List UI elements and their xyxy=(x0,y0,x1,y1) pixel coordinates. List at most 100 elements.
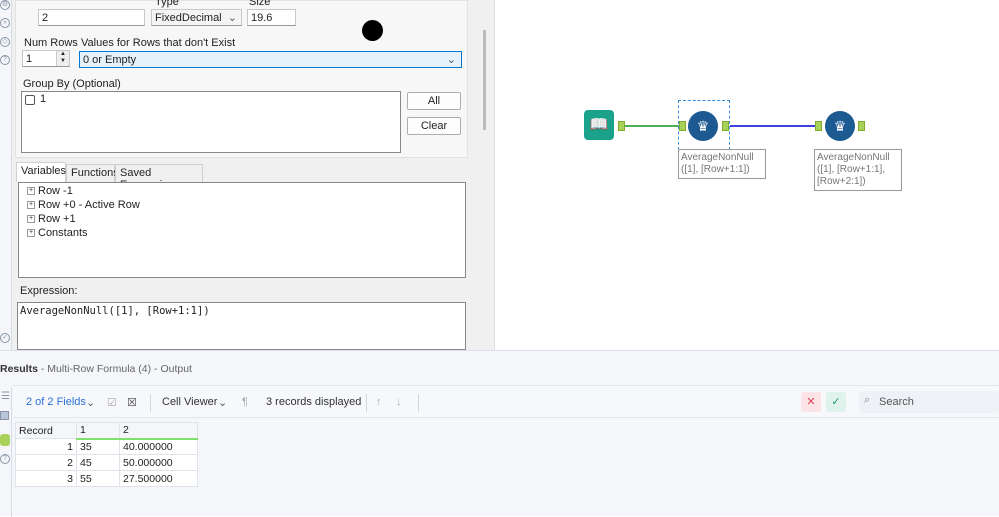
expand-icon[interactable]: + xyxy=(27,201,35,209)
config-sidebar: ⚙ » ◇ ? ✓ xyxy=(0,0,12,350)
output-anchor[interactable] xyxy=(618,121,625,131)
close-icon[interactable]: ✕ xyxy=(801,392,821,412)
gear-icon[interactable]: ⚙ xyxy=(0,0,10,10)
checkmark-icon[interactable]: ✓ xyxy=(826,392,846,412)
uncheck-all-icon[interactable]: ☒ xyxy=(127,396,137,409)
cell[interactable]: 3 xyxy=(16,471,77,487)
results-heading: Results xyxy=(0,363,38,375)
tab-functions[interactable]: Functions xyxy=(66,164,115,182)
cursor-dot xyxy=(362,20,383,41)
clear-button[interactable]: Clear xyxy=(407,117,461,135)
variables-tree: +Row -1 +Row +0 - Active Row +Row +1 +Co… xyxy=(18,182,466,278)
tree-item[interactable]: +Row -1 xyxy=(27,185,73,197)
output-anchor[interactable] xyxy=(722,121,729,131)
group-by-checkbox[interactable] xyxy=(25,95,35,105)
cell[interactable]: 55 xyxy=(77,471,120,487)
num-rows-value: 1 xyxy=(26,53,32,65)
search-placeholder: Search xyxy=(879,396,914,408)
num-rows-stepper[interactable]: 1 ▲▼ xyxy=(22,50,70,67)
chevron-down-icon: ⌄ xyxy=(228,11,237,25)
table-icon[interactable] xyxy=(0,411,9,420)
cell[interactable]: 35 xyxy=(77,439,120,455)
connection-line[interactable] xyxy=(730,125,816,127)
values-select[interactable]: 0 or Empty ⌄ xyxy=(79,51,462,68)
help-icon[interactable]: ? xyxy=(0,55,10,65)
tree-item-label: Row +0 - Active Row xyxy=(38,199,140,211)
connection-line[interactable] xyxy=(625,125,680,127)
records-count: 3 records displayed xyxy=(266,396,361,408)
tree-item[interactable]: +Row +1 xyxy=(27,213,76,225)
cell-viewer-dropdown[interactable]: Cell Viewer xyxy=(162,396,217,408)
cell[interactable]: 50.000000 xyxy=(120,455,198,471)
tree-item-label: Row +1 xyxy=(38,213,76,225)
anchor-icon[interactable] xyxy=(0,434,10,446)
expand-icon[interactable]: + xyxy=(27,229,35,237)
expression-label: Expression: xyxy=(20,285,77,297)
config-panel: ⚙ » ◇ ? ✓ 2 Type FixedDecimal ⌄ Size 19.6… xyxy=(0,0,495,350)
spinner-arrows-icon[interactable]: ▲▼ xyxy=(56,51,69,66)
cell[interactable]: 40.000000 xyxy=(120,439,198,455)
table-row: 35527.500000 xyxy=(16,471,198,487)
table-row: 24550.000000 xyxy=(16,455,198,471)
fields-dropdown[interactable]: 2 of 2 Fields xyxy=(26,396,86,408)
size-input[interactable]: 19.6 xyxy=(247,9,296,26)
values-label: Values for Rows that don't Exist xyxy=(81,37,235,49)
results-subtitle: - Multi-Row Formula (4) - Output xyxy=(38,363,192,375)
help-icon[interactable]: ? xyxy=(0,454,10,464)
check-icon[interactable]: ✓ xyxy=(0,333,10,343)
output-anchor[interactable] xyxy=(858,121,865,131)
cell[interactable]: 1 xyxy=(16,439,77,455)
pilcrow-icon[interactable]: ¶ xyxy=(242,396,248,408)
column-header[interactable]: 1 xyxy=(77,423,120,439)
search-input[interactable]: ⌕ Search xyxy=(859,391,999,413)
arrow-up-icon[interactable]: ↑ xyxy=(376,396,382,408)
num-rows-label: Num Rows xyxy=(24,37,78,49)
check-all-icon[interactable]: ☑ xyxy=(107,396,117,409)
field-name-input[interactable]: 2 xyxy=(38,9,145,26)
group-by-label: Group By (Optional) xyxy=(23,78,121,90)
chevron-down-icon[interactable]: ⌄ xyxy=(86,396,95,409)
tree-item[interactable]: +Constants xyxy=(27,227,88,239)
arrow-down-icon[interactable]: ↓ xyxy=(396,396,402,408)
results-toolbar: 2 of 2 Fields ⌄ ☑ ☒ Cell Viewer ⌄ ¶ 3 re… xyxy=(13,385,999,418)
input-anchor[interactable] xyxy=(679,121,686,131)
multi-row-formula-tool-icon[interactable]: ♛ xyxy=(825,111,855,141)
tab-saved-expressions[interactable]: Saved Expressions xyxy=(115,164,203,182)
values-value: 0 or Empty xyxy=(83,54,136,66)
arrows-icon[interactable]: » xyxy=(0,18,10,28)
tab-variables[interactable]: Variables xyxy=(16,162,66,182)
workflow-canvas[interactable]: 📖 ♛ AverageNonNull ([1], [Row+1:1]) ♛ Av… xyxy=(496,0,999,350)
chevron-down-icon[interactable]: ⌄ xyxy=(218,396,227,409)
type-value: FixedDecimal xyxy=(155,12,222,24)
tag-icon[interactable]: ◇ xyxy=(0,37,10,47)
column-header[interactable]: Record xyxy=(16,423,77,439)
list-icon[interactable]: ☰ xyxy=(1,391,10,402)
tree-item-label: Constants xyxy=(38,227,88,239)
cell[interactable]: 2 xyxy=(16,455,77,471)
group-by-list: 1 xyxy=(21,91,401,153)
group-by-item: 1 xyxy=(40,93,46,105)
search-icon: ⌕ xyxy=(864,394,870,407)
type-select[interactable]: FixedDecimal ⌄ xyxy=(151,9,242,26)
chevron-down-icon: ⌄ xyxy=(447,53,456,67)
cell[interactable]: 45 xyxy=(77,455,120,471)
results-table: Record12 13540.000000 24550.000000 35527… xyxy=(15,422,198,487)
column-header[interactable]: 2 xyxy=(120,423,198,439)
tree-item-label: Row -1 xyxy=(38,185,73,197)
expand-icon[interactable]: + xyxy=(27,187,35,195)
cell[interactable]: 27.500000 xyxy=(120,471,198,487)
node2-annotation: AverageNonNull ([1], [Row+1:1], [Row+2:1… xyxy=(814,149,902,191)
type-label: Type xyxy=(155,0,179,8)
input-anchor[interactable] xyxy=(815,121,822,131)
input-data-tool-icon[interactable]: 📖 xyxy=(584,110,614,140)
size-label: Size xyxy=(249,0,270,8)
table-row: 13540.000000 xyxy=(16,439,198,455)
expression-editor[interactable]: AverageNonNull([1], [Row+1:1]) xyxy=(17,302,466,350)
node1-annotation: AverageNonNull ([1], [Row+1:1]) xyxy=(678,149,766,179)
all-button[interactable]: All xyxy=(407,92,461,110)
scrollbar[interactable] xyxy=(483,30,486,130)
expand-icon[interactable]: + xyxy=(27,215,35,223)
tree-item[interactable]: +Row +0 - Active Row xyxy=(27,199,140,211)
results-title: Results - Multi-Row Formula (4) - Output xyxy=(0,363,192,375)
multi-row-formula-tool-icon[interactable]: ♛ xyxy=(688,111,718,141)
